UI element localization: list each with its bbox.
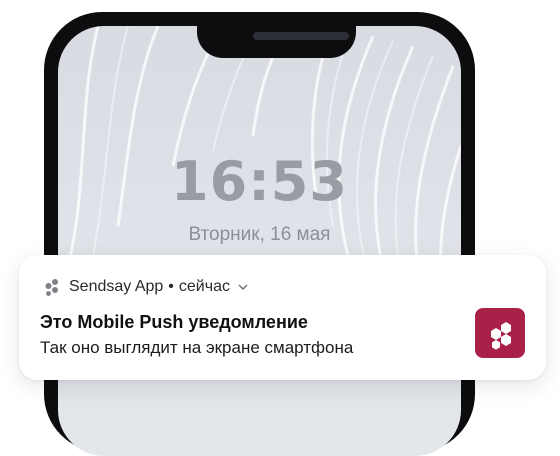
lock-screen-time: 16:53 — [171, 150, 348, 213]
push-notification[interactable]: Sendsay App • сейчас Это Mobile Push уве… — [19, 255, 546, 380]
header-separator: • — [168, 278, 174, 295]
notification-header: Sendsay App • сейчас — [43, 277, 248, 297]
notification-app-name: Sendsay App — [69, 278, 164, 295]
phone-mockup: 16:53 Вторник, 16 мая — [44, 12, 475, 456]
notification-body: Так оно выглядит на экране смартфона — [40, 338, 354, 357]
notification-timestamp: сейчас — [178, 278, 230, 295]
app-logo-badge — [475, 308, 525, 358]
phone-notch — [197, 26, 356, 58]
chevron-down-icon[interactable] — [238, 283, 248, 291]
speaker-grille — [253, 32, 349, 40]
lock-screen-date: Вторник, 16 мая — [188, 224, 331, 245]
sendsay-logo-icon — [45, 279, 58, 296]
lock-screen: 16:53 Вторник, 16 мая — [58, 26, 461, 456]
notification-title: Это Mobile Push уведомление — [40, 312, 308, 332]
sendsay-logo-icon — [491, 322, 511, 350]
